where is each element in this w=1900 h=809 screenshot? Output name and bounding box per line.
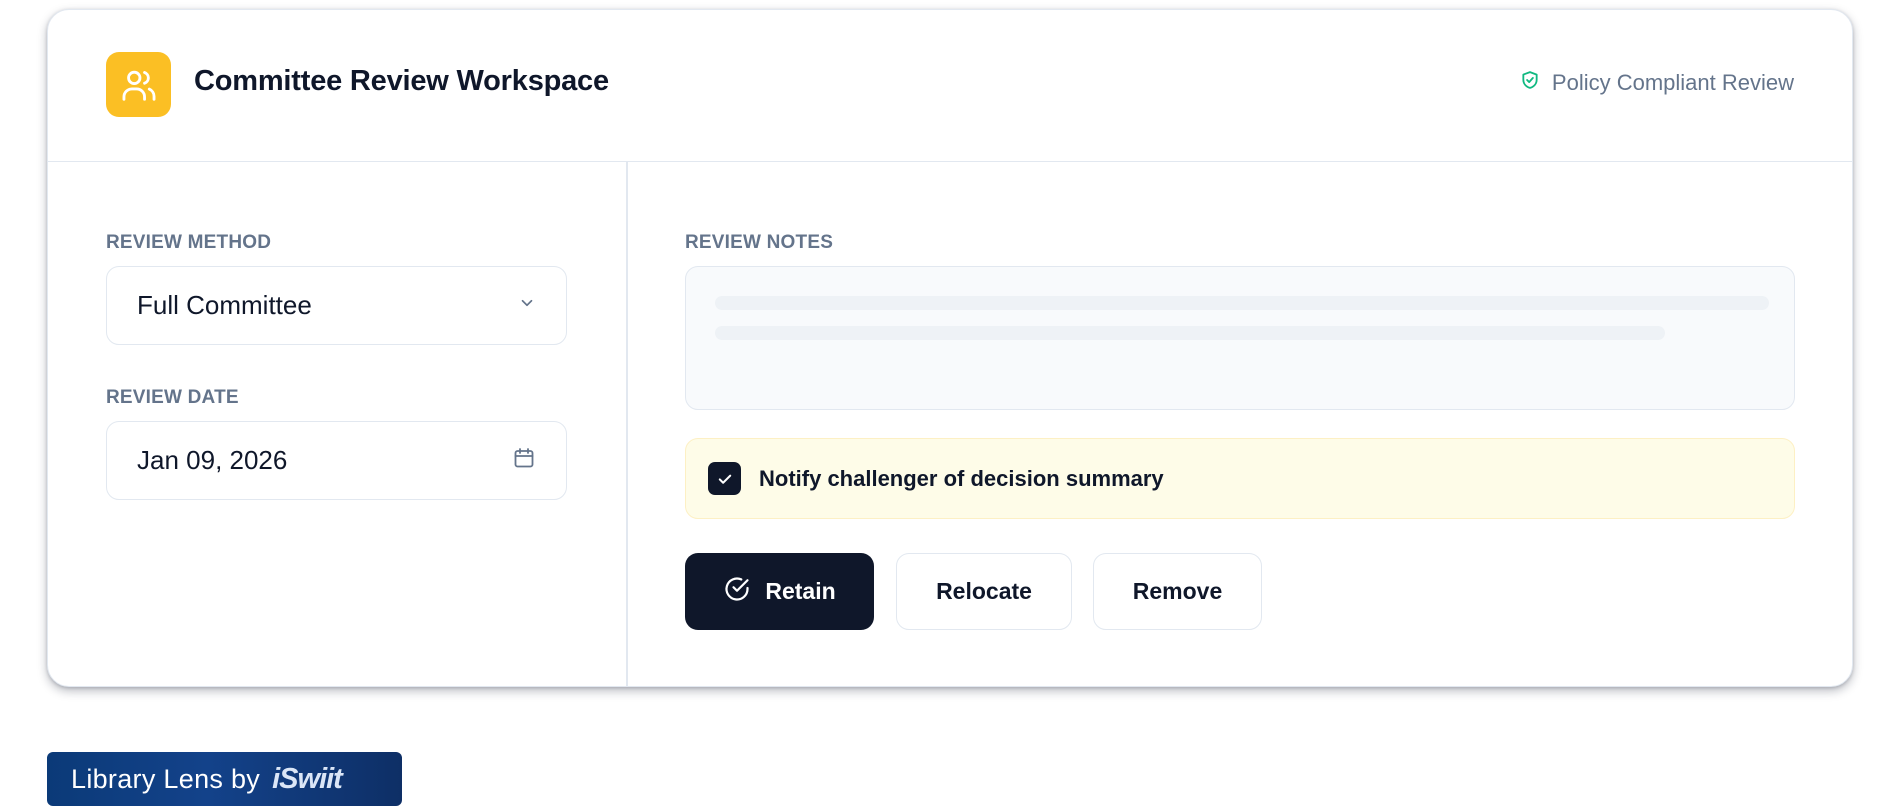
review-date-label: REVIEW DATE	[106, 387, 239, 408]
review-date-value: Jan 09, 2026	[137, 445, 288, 475]
brand-logo: iSwiit	[272, 762, 343, 795]
review-notes-label: REVIEW NOTES	[685, 232, 834, 253]
check-circle-icon	[723, 575, 751, 609]
shield-check-icon	[1520, 70, 1540, 96]
review-method-select[interactable]: Full Committee	[106, 266, 567, 345]
notes-skeleton-line	[715, 326, 1665, 340]
retain-button[interactable]: Retain	[685, 553, 874, 630]
notes-skeleton-line	[715, 296, 1769, 310]
retain-button-label: Retain	[765, 578, 836, 604]
policy-status: Policy Compliant Review	[1520, 70, 1794, 96]
brand-badge: Library Lens by iSwiit	[47, 752, 402, 806]
review-notes-textarea[interactable]	[685, 266, 1795, 410]
remove-button[interactable]: Remove	[1093, 553, 1262, 630]
review-card: Committee Review Workspace Policy Compli…	[47, 9, 1853, 687]
card-header: Committee Review Workspace Policy Compli…	[48, 10, 1852, 162]
remove-button-label: Remove	[1132, 578, 1223, 604]
notify-checkbox[interactable]	[708, 462, 741, 495]
users-icon	[106, 52, 171, 117]
check-icon	[718, 474, 731, 484]
page-title: Committee Review Workspace	[194, 65, 609, 97]
relocate-button-label: Relocate	[936, 578, 1032, 604]
review-date-input[interactable]: Jan 09, 2026	[106, 421, 567, 500]
review-method-label: REVIEW METHOD	[106, 232, 272, 253]
notify-label[interactable]: Notify challenger of decision summary	[759, 466, 1164, 492]
policy-status-label: Policy Compliant Review	[1551, 70, 1794, 95]
brand-text: Library Lens by	[71, 763, 261, 794]
notify-option: Notify challenger of decision summary	[685, 438, 1795, 519]
chevron-down-icon	[518, 294, 536, 317]
review-method-value: Full Committee	[137, 290, 312, 320]
column-divider	[626, 162, 628, 686]
relocate-button[interactable]: Relocate	[896, 553, 1072, 630]
calendar-icon[interactable]	[512, 446, 536, 475]
